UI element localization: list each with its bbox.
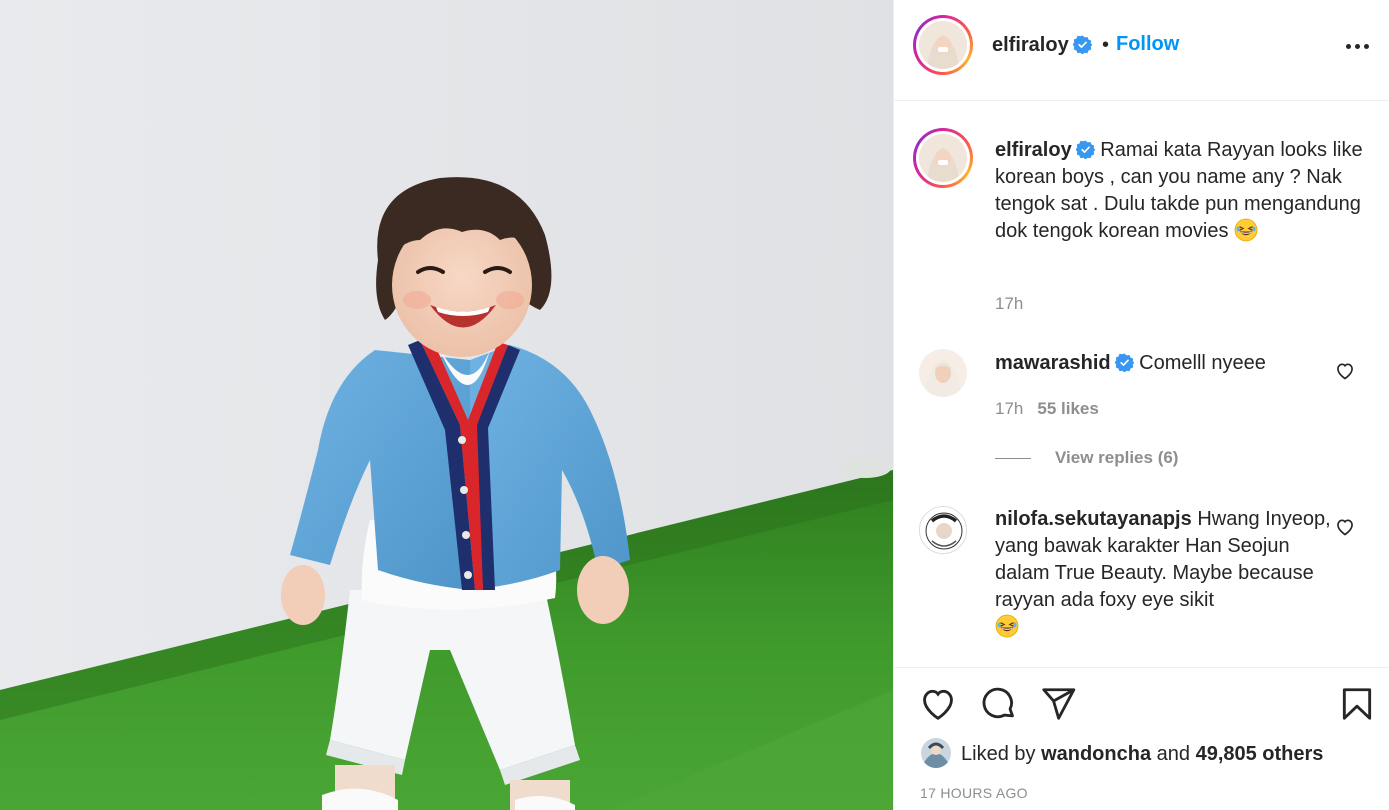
- heart-icon[interactable]: [919, 685, 957, 723]
- comment-1-username[interactable]: mawarashid: [995, 352, 1111, 374]
- verified-badge-icon: [1114, 353, 1134, 372]
- post-photo: [0, 0, 893, 810]
- caption-avatar-image: [919, 134, 967, 182]
- caption-author-avatar[interactable]: [913, 128, 973, 188]
- post-timestamp[interactable]: 17 HOURS AGO: [920, 785, 1028, 801]
- view-replies-line: [995, 458, 1031, 460]
- more-options-icon[interactable]: [1346, 44, 1370, 50]
- follow-button[interactable]: Follow: [1116, 33, 1179, 56]
- author-avatar-image: [919, 21, 967, 69]
- comment-2: nilofa.sekutayanapjs Hwang Inyeop, yang …: [995, 506, 1345, 641]
- verified-badge-icon: [1075, 140, 1095, 159]
- caption-username[interactable]: elfiraloy: [995, 139, 1072, 161]
- author-username[interactable]: elfiraloy: [992, 34, 1092, 57]
- comment-like-heart-icon[interactable]: [1335, 517, 1355, 537]
- header-separator: •: [1102, 34, 1110, 56]
- commenter-avatar[interactable]: [919, 349, 967, 397]
- commenter-avatar-image: [919, 349, 967, 397]
- post-photo-illustration: [0, 0, 893, 810]
- caption-time: 17h: [995, 294, 1024, 313]
- verified-badge-icon: [1072, 35, 1092, 54]
- liker-avatar-image: [921, 738, 951, 768]
- share-icon[interactable]: [1039, 685, 1077, 723]
- comments-list[interactable]: elfiraloy Ramai kata Rayyan looks like k…: [894, 101, 1389, 667]
- liked-by-others[interactable]: 49,805 others: [1196, 743, 1324, 765]
- comment-2-username[interactable]: nilofa.sekutayanapjs: [995, 508, 1192, 530]
- caption: elfiraloy Ramai kata Rayyan looks like k…: [995, 137, 1365, 245]
- laughing-emoji-icon: [995, 614, 1019, 638]
- post-header: elfiraloy • Follow: [894, 0, 1389, 101]
- liked-by: Liked by wandoncha and 49,805 others: [921, 738, 1323, 768]
- comment-1-text: Comelll nyeee: [1139, 352, 1266, 374]
- author-avatar[interactable]: [913, 15, 973, 75]
- view-replies-button[interactable]: View replies (6): [995, 448, 1178, 468]
- comment-1-meta: 17h 55 likes: [995, 399, 1099, 419]
- commenter-avatar[interactable]: [919, 506, 967, 554]
- liker-avatar[interactable]: [921, 738, 951, 768]
- bookmark-icon[interactable]: [1338, 685, 1376, 723]
- comment-like-heart-icon[interactable]: [1335, 361, 1355, 381]
- comment-icon[interactable]: [980, 685, 1018, 723]
- view-replies-label[interactable]: View replies (6): [1055, 448, 1178, 467]
- comment-1: mawarashid Comelll nyeee: [995, 350, 1325, 377]
- liked-by-and: and: [1156, 743, 1191, 765]
- liked-by-prefix: Liked by: [961, 743, 1036, 765]
- laughing-emoji-icon: [1234, 218, 1258, 242]
- commenter-avatar-image: [920, 507, 966, 553]
- comment-1-time: 17h: [995, 399, 1024, 418]
- post-side-panel: elfiraloy • Follow elfiraloy Ramai kata …: [893, 0, 1389, 810]
- comment-1-likes[interactable]: 55 likes: [1037, 399, 1098, 418]
- liked-by-user[interactable]: wandoncha: [1041, 743, 1151, 765]
- post-actions: Liked by wandoncha and 49,805 others 17 …: [894, 667, 1389, 810]
- author-username-text[interactable]: elfiraloy: [992, 34, 1069, 56]
